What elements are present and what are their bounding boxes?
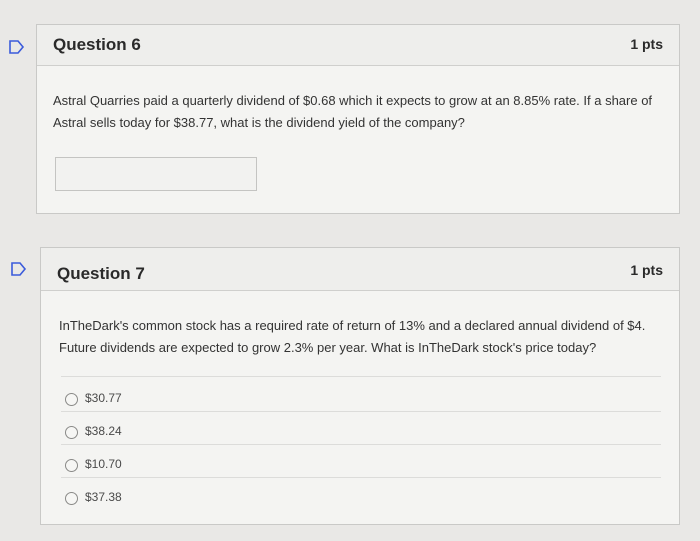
question-title: Question 6: [53, 35, 141, 54]
option-divider: [61, 477, 661, 478]
radio-button[interactable]: [65, 393, 78, 406]
option-divider: [61, 411, 661, 412]
question-6: Question 6 1 pts Astral Quarries paid a …: [36, 24, 680, 214]
answer-option[interactable]: $37.38: [61, 485, 661, 513]
flag-question-7-icon[interactable]: [11, 262, 27, 276]
flag-question-6-icon[interactable]: [9, 40, 25, 54]
question-points: 1 pts: [630, 36, 663, 52]
option-label: $30.77: [85, 391, 122, 405]
option-divider: [61, 444, 661, 445]
answer-option[interactable]: $38.24: [61, 419, 661, 447]
question-header: Question 6 1 pts: [37, 25, 679, 66]
question-7: Question 7 1 pts InTheDark's common stoc…: [40, 247, 680, 525]
radio-button[interactable]: [65, 426, 78, 439]
answer-option[interactable]: $30.77: [61, 386, 661, 414]
question-points: 1 pts: [630, 262, 663, 278]
question-text: InTheDark's common stock has a required …: [59, 318, 646, 355]
options-divider: [61, 376, 661, 377]
option-label: $10.70: [85, 457, 122, 471]
option-label: $38.24: [85, 424, 122, 438]
radio-button[interactable]: [65, 459, 78, 472]
radio-button[interactable]: [65, 492, 78, 505]
question-text: Astral Quarries paid a quarterly dividen…: [53, 93, 653, 130]
answer-option[interactable]: $10.70: [61, 452, 661, 480]
question-title: Question 7: [57, 264, 145, 283]
question-header: Question 7 1 pts: [41, 248, 679, 291]
option-label: $37.38: [85, 490, 122, 504]
answer-input[interactable]: [55, 157, 257, 191]
